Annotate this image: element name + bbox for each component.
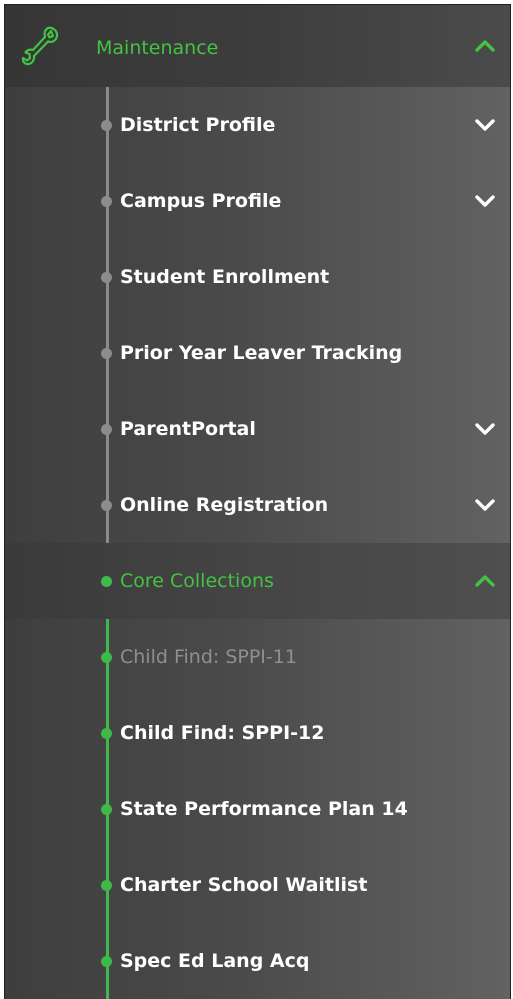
submenu-item-label: Child Find: SPPI-12 bbox=[120, 722, 325, 744]
menu-item-prior-year-leaver-tracking[interactable]: Prior Year Leaver Tracking bbox=[5, 315, 510, 391]
submenu-item-label: State Performance Plan 14 bbox=[120, 798, 408, 820]
chevron-down-icon[interactable] bbox=[474, 114, 496, 136]
menu-item-label: Campus Profile bbox=[120, 190, 282, 212]
menu-item-student-enrollment[interactable]: Student Enrollment bbox=[5, 239, 510, 315]
menu-item-parentportal[interactable]: ParentPortal bbox=[5, 391, 510, 467]
menu-item-district-profile[interactable]: District Profile bbox=[5, 87, 510, 163]
menu-item-label: Student Enrollment bbox=[120, 266, 330, 288]
timeline-dot bbox=[101, 728, 112, 739]
menu-item-label: Core Collections bbox=[120, 570, 274, 592]
timeline-dot bbox=[101, 196, 112, 207]
submenu-item-child-find-sppi-12[interactable]: Child Find: SPPI-12 bbox=[5, 695, 510, 771]
chevron-up-icon[interactable] bbox=[474, 35, 496, 57]
chevron-down-icon[interactable] bbox=[474, 494, 496, 516]
chevron-down-icon[interactable] bbox=[474, 418, 496, 440]
chevron-up-icon[interactable] bbox=[474, 570, 496, 592]
menu-item-core-collections[interactable]: Core Collections bbox=[5, 543, 510, 619]
timeline-dot bbox=[101, 576, 112, 587]
submenu-item-label: Spec Ed Lang Acq bbox=[120, 950, 310, 972]
timeline-dot bbox=[101, 652, 112, 663]
timeline-dot bbox=[101, 272, 112, 283]
submenu-item-charter-school-waitlist[interactable]: Charter School Waitlist bbox=[5, 847, 510, 923]
submenu-item-label: Child Find: SPPI-11 bbox=[120, 646, 297, 668]
menu-item-label: Online Registration bbox=[120, 494, 329, 516]
menu-item-label: District Profile bbox=[120, 114, 276, 136]
timeline-dot bbox=[101, 120, 112, 131]
submenu-item-state-performance-plan-14[interactable]: State Performance Plan 14 bbox=[5, 771, 510, 847]
timeline-dot bbox=[101, 956, 112, 967]
submenu-item-child-find-sppi-11: Child Find: SPPI-11 bbox=[5, 619, 510, 695]
submenu-item-spec-ed-lang-acq[interactable]: Spec Ed Lang Acq bbox=[5, 923, 510, 999]
timeline-dot bbox=[101, 804, 112, 815]
section-header-maintenance[interactable]: Maintenance bbox=[5, 5, 510, 87]
chevron-down-icon[interactable] bbox=[474, 190, 496, 212]
section-title: Maintenance bbox=[96, 37, 219, 59]
timeline-dot bbox=[101, 500, 112, 511]
menu-item-online-registration[interactable]: Online Registration bbox=[5, 467, 510, 543]
timeline-dot bbox=[101, 348, 112, 359]
submenu-item-label: Charter School Waitlist bbox=[120, 874, 368, 896]
timeline-dot bbox=[101, 424, 112, 435]
timeline-dot bbox=[101, 880, 112, 891]
menu-item-label: ParentPortal bbox=[120, 418, 256, 440]
menu-item-label: Prior Year Leaver Tracking bbox=[120, 342, 403, 364]
menu-item-campus-profile[interactable]: Campus Profile bbox=[5, 163, 510, 239]
sidebar-nav: Maintenance District Profile Campus Prof… bbox=[4, 4, 511, 999]
wrench-icon bbox=[21, 26, 59, 66]
